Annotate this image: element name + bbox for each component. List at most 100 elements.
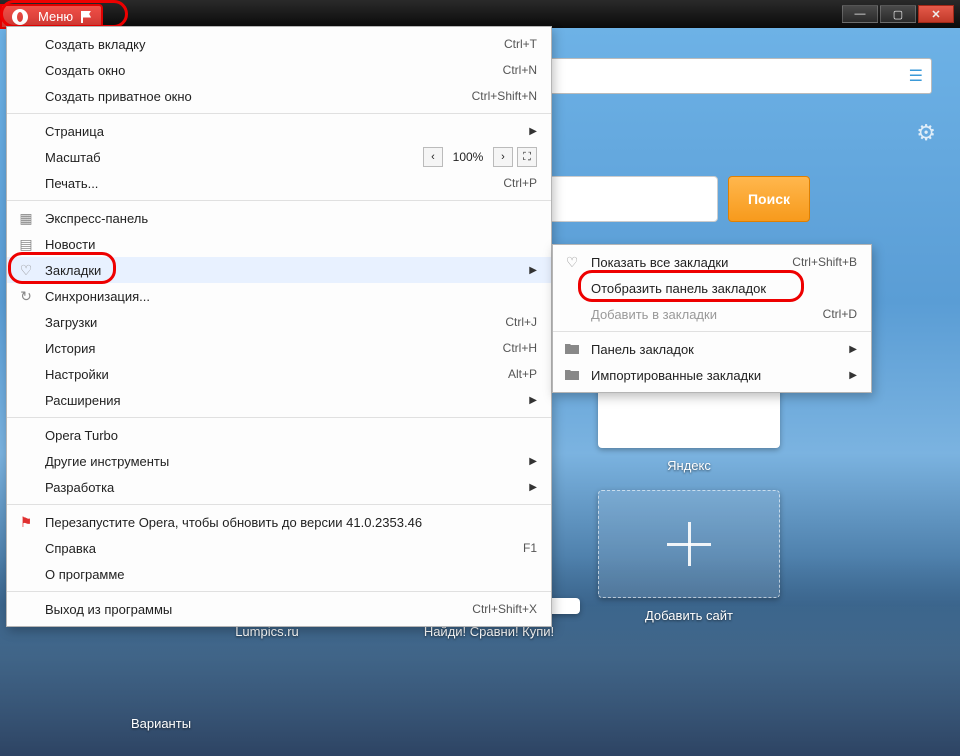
search-button[interactable]: Поиск [728, 176, 810, 222]
menu-item-print[interactable]: Печать... Ctrl+P [7, 170, 551, 196]
menu-item-history[interactable]: История Ctrl+H [7, 335, 551, 361]
menu-item-imported[interactable]: Импортированные закладки▶ [553, 362, 871, 388]
menu-item-label: Показать все закладки [591, 255, 728, 270]
zoom-in-button[interactable]: › [493, 147, 513, 167]
window-maximize-button[interactable]: ▢ [880, 5, 916, 23]
menu-item-label: Экспресс-панель [45, 211, 148, 226]
sync-icon: ↻ [17, 288, 35, 305]
menu-item-label: Закладки [45, 263, 101, 278]
menu-item-extensions[interactable]: Расширения ▶ [7, 387, 551, 413]
menu-separator [7, 417, 551, 418]
menu-item-show_all[interactable]: ♡ Показать все закладки Ctrl+Shift+B [553, 249, 871, 275]
menu-item-new_window[interactable]: Создать окно Ctrl+N [7, 57, 551, 83]
menu-item-bm_panel[interactable]: Панель закладок ▶ [553, 336, 871, 362]
menu-item-settings[interactable]: НастройкиAlt+P [7, 361, 551, 387]
menu-item-new_private[interactable]: Создать приватное окно Ctrl+Shift+N [7, 83, 551, 109]
menu-item-label: Разработка [45, 480, 114, 495]
speed-dial-tile-variants[interactable]: Варианты [70, 706, 252, 731]
menu-item-label: Создать приватное окно [45, 89, 192, 104]
menu-item-label: Создать окно [45, 63, 125, 78]
menu-item-add_bm[interactable]: Добавить в закладки Ctrl+D [553, 301, 871, 327]
opera-logo-icon [12, 9, 28, 25]
menu-item-label: Расширения [45, 393, 121, 408]
menu-item-label: Печать... [45, 176, 98, 191]
menu-item-label: Отобразить панель закладок [591, 281, 766, 296]
menu-item-shortcut: Ctrl+N [503, 63, 537, 77]
menu-item-shortcut: Ctrl+Shift+N [472, 89, 537, 103]
menu-item-label: Масштаб [45, 150, 101, 165]
tile-label: Яндекс [598, 458, 780, 473]
zoom-controls: ‹ 100% ›⛶ [423, 147, 537, 167]
main-menu: Создать вкладкуCtrl+TСоздать окноCtrl+NС… [6, 26, 552, 627]
menu-item-label: Другие инструменты [45, 454, 169, 469]
zoom-value: 100% [447, 150, 489, 164]
menu-item-label: Opera Turbo [45, 428, 118, 443]
menu-item-label: Создать вкладку [45, 37, 146, 52]
menu-item-new_tab[interactable]: Создать вкладку Ctrl+T [7, 31, 551, 57]
menu-item-dev[interactable]: Разработка ▶ [7, 474, 551, 500]
menu-item-shortcut: Ctrl+D [823, 307, 857, 321]
heart-icon: ♡ [563, 254, 581, 271]
tile-label: Варианты [70, 716, 252, 731]
extension-tray-icon[interactable]: ☰ [909, 66, 923, 86]
menu-item-label: Загрузки [45, 315, 97, 330]
menu-separator [553, 331, 871, 332]
menu-item-restart[interactable]: ⚑Перезапустите Opera, чтобы обновить до … [7, 509, 551, 535]
window-close-button[interactable]: ✕ [918, 5, 954, 23]
menu-item-label: Справка [45, 541, 96, 556]
menu-item-exit[interactable]: Выход из программы Ctrl+Shift+X [7, 596, 551, 622]
window-minimize-button[interactable]: — [842, 5, 878, 23]
menu-item-label: История [45, 341, 95, 356]
window-titlebar: — ▢ ✕ [0, 0, 960, 28]
menu-item-turbo[interactable]: Opera Turbo [7, 422, 551, 448]
menu-item-news[interactable]: ▤Новости [7, 231, 551, 257]
plus-icon [688, 522, 691, 566]
tile-label: Добавить сайт [598, 608, 780, 623]
submenu-arrow-icon: ▶ [529, 395, 537, 406]
folder-icon [563, 341, 581, 357]
menu-item-bookmarks[interactable]: ♡Закладки▶ [7, 257, 551, 283]
menu-item-page[interactable]: Страница▶ [7, 118, 551, 144]
menu-item-label: Синхронизация... [45, 289, 150, 304]
menu-item-shortcut: Ctrl+J [505, 315, 537, 329]
update-flag-icon [81, 11, 93, 23]
submenu-arrow-icon: ▶ [529, 482, 537, 493]
grid-icon: ▦ [17, 210, 35, 227]
zoom-out-button[interactable]: ‹ [423, 147, 443, 167]
menu-button-label: Меню [38, 9, 73, 24]
submenu-arrow-icon: ▶ [529, 126, 537, 137]
menu-item-shortcut: Ctrl+H [503, 341, 537, 355]
menu-item-label: Настройки [45, 367, 109, 382]
menu-item-shortcut: Ctrl+Shift+X [472, 602, 537, 616]
menu-item-shortcut: Ctrl+T [504, 37, 537, 51]
submenu-arrow-icon: ▶ [849, 344, 857, 355]
menu-item-sync[interactable]: ↻ Синхронизация... [7, 283, 551, 309]
menu-item-label: Импортированные закладки [591, 368, 761, 383]
menu-item-speeddial[interactable]: ▦ Экспресс-панель [7, 205, 551, 231]
menu-item-other_tools[interactable]: Другие инструменты ▶ [7, 448, 551, 474]
menu-item-label: Панель закладок [591, 342, 694, 357]
menu-item-label: Выход из программы [45, 602, 172, 617]
heart-icon: ♡ [17, 262, 35, 279]
settings-gear-icon[interactable]: ⚙ [916, 120, 936, 146]
menu-item-shortcut: Ctrl+Shift+B [792, 255, 857, 269]
menu-item-shortcut: F1 [523, 541, 537, 555]
menu-item-shortcut: Ctrl+P [503, 176, 537, 190]
bookmarks-submenu: ♡ Показать все закладки Ctrl+Shift+B Отобра… [552, 244, 872, 393]
menu-item-about[interactable]: О программе [7, 561, 551, 587]
fullscreen-button[interactable]: ⛶ [517, 147, 537, 167]
folder-icon [563, 367, 581, 383]
menu-item-help[interactable]: Справка F1 [7, 535, 551, 561]
menu-item-label: Добавить в закладки [591, 307, 717, 322]
menu-item-label: О программе [45, 567, 125, 582]
menu-item-show_panel[interactable]: Отобразить панель закладок [553, 275, 871, 301]
menu-item-zoom[interactable]: Масштаб ‹ 100% ›⛶ [7, 144, 551, 170]
speed-dial-add-tile[interactable]: Добавить сайт [598, 490, 780, 623]
menu-separator [7, 591, 551, 592]
flag-icon: ⚑ [17, 514, 35, 531]
menu-item-downloads[interactable]: Загрузки Ctrl+J [7, 309, 551, 335]
menu-item-label: Новости [45, 237, 95, 252]
menu-separator [7, 504, 551, 505]
menu-separator [7, 113, 551, 114]
submenu-arrow-icon: ▶ [529, 456, 537, 467]
